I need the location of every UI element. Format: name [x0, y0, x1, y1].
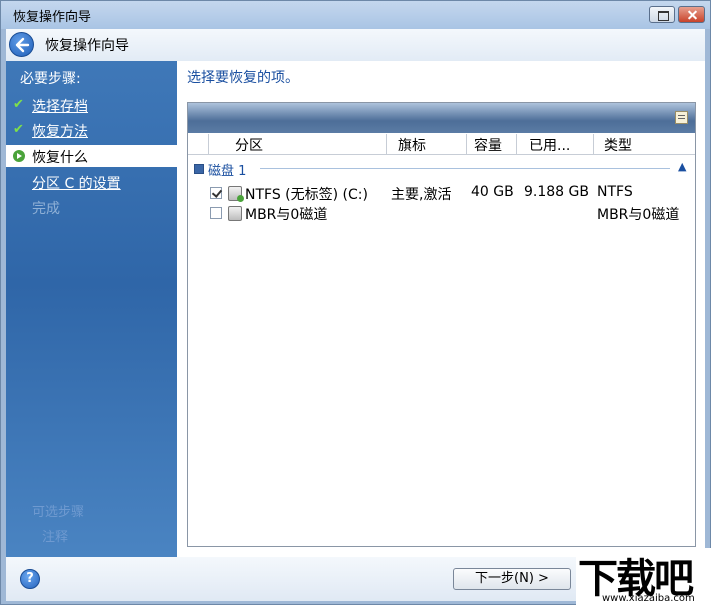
steps-sidebar: 必要步骤: ✔ 选择存档 ✔ 恢复方法 恢复什么 分区 C 的设置 完成 可选步…	[6, 61, 177, 557]
column-header-partition[interactable]: 分区	[209, 134, 387, 155]
column-header-type[interactable]: 类型	[594, 134, 667, 155]
partition-size: 40 GB	[471, 184, 514, 200]
sidebar-item-label: 分区 C 的设置	[32, 176, 121, 192]
column-header-flags[interactable]: 旗标	[387, 134, 467, 155]
column-header-size[interactable]: 容量	[467, 134, 517, 155]
table-row[interactable]: NTFS (无标签) (C:) 主要,激活 40 GB 9.188 GB NTF…	[188, 183, 695, 203]
header-title: 恢复操作向导	[45, 38, 129, 54]
partition-type: MBR与0磁道	[597, 207, 680, 223]
checkmark-icon: ✔	[13, 97, 24, 112]
next-button[interactable]: 下一步(N) >	[453, 568, 571, 590]
wizard-header: 恢复操作向导	[6, 29, 705, 61]
sidebar-item-label: 完成	[32, 201, 60, 217]
partition-list-panel: 分区 旗标 容量 已用... 类型 磁盘 1 ▲ NTFS (无标签) (C:)…	[187, 102, 696, 547]
optional-steps-label: 可选步骤	[32, 505, 85, 520]
sidebar-item-what-to-recover[interactable]: 恢复什么	[6, 145, 177, 167]
current-step-arrow-icon	[13, 150, 25, 162]
column-header-check	[188, 134, 209, 155]
back-arrow-icon	[15, 37, 30, 53]
row-checkbox[interactable]	[210, 187, 222, 199]
disk-icon	[194, 164, 204, 174]
sidebar-item-recovery-method[interactable]: ✔ 恢复方法	[6, 119, 177, 141]
checkmark-icon: ✔	[13, 122, 24, 137]
partition-flags: 主要,激活	[391, 187, 452, 203]
sidebar-item-label: 选择存档	[32, 99, 88, 115]
comments-label: 注释	[42, 530, 69, 545]
disk-name: 磁盘 1	[208, 164, 247, 179]
disk-group-header[interactable]: 磁盘 1 ▲	[192, 160, 692, 179]
restore-button[interactable]	[649, 6, 675, 23]
partition-disk-icon	[228, 206, 242, 221]
column-settings-icon[interactable]	[675, 111, 688, 124]
group-divider	[260, 168, 670, 169]
partition-name: NTFS (无标签) (C:)	[245, 187, 368, 203]
sidebar-item-label: 恢复什么	[32, 150, 88, 166]
site-watermark-logo: 下载吧 www.xiazaiba.com	[576, 548, 711, 605]
row-checkbox[interactable]	[210, 207, 222, 219]
wizard-window: 恢复操作向导 恢复操作向导 必要步骤: ✔ 选择存档 ✔ 恢复方法 恢复什么 分…	[0, 0, 711, 605]
partition-type: NTFS	[597, 184, 633, 200]
table-row[interactable]: MBR与0磁道 MBR与0磁道	[188, 203, 695, 223]
collapse-icon[interactable]: ▲	[678, 160, 686, 173]
sidebar-item-label: 恢复方法	[32, 124, 88, 140]
panel-toolbar	[188, 103, 695, 133]
column-header-used[interactable]: 已用...	[517, 134, 594, 155]
partition-used: 9.188 GB	[524, 184, 589, 200]
steps-heading: 必要步骤:	[20, 71, 81, 87]
partition-name: MBR与0磁道	[245, 207, 328, 223]
partition-disk-icon	[228, 186, 244, 202]
back-button[interactable]	[9, 32, 34, 57]
sidebar-item-partition-settings[interactable]: 分区 C 的设置	[6, 171, 177, 193]
logo-url: www.xiazaiba.com	[602, 593, 695, 604]
window-title: 恢复操作向导	[13, 10, 92, 25]
main-content: 选择要恢复的项。 分区 旗标 容量 已用... 类型 磁盘 1 ▲ NTFS (…	[177, 61, 705, 557]
sidebar-item-select-archive[interactable]: ✔ 选择存档	[6, 94, 177, 116]
sidebar-item-finish: 完成	[6, 196, 177, 218]
page-prompt: 选择要恢复的项。	[187, 70, 299, 86]
column-header-row: 分区 旗标 容量 已用... 类型	[188, 134, 695, 155]
help-button[interactable]: ?	[20, 569, 40, 589]
title-bar: 恢复操作向导	[1, 1, 710, 29]
close-button[interactable]	[678, 6, 705, 23]
